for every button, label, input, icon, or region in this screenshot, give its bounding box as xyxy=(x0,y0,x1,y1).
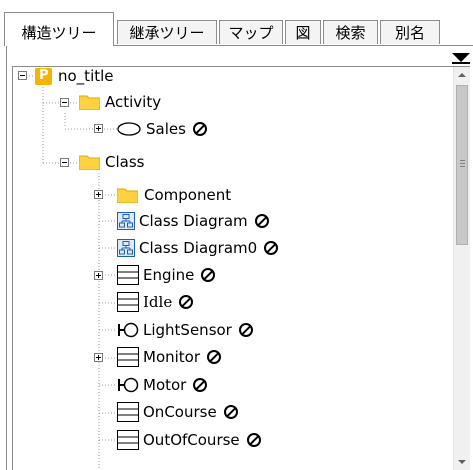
tree-node-light-sensor[interactable]: LightSensor xyxy=(117,317,253,343)
folder-icon xyxy=(78,154,101,171)
tree-node-label: no_title xyxy=(58,67,114,85)
class-icon xyxy=(117,347,139,367)
tree-node-class[interactable]: Class xyxy=(78,149,145,175)
class-icon xyxy=(117,430,139,450)
no-entry-icon xyxy=(207,350,222,364)
root-collapse-toggle[interactable] xyxy=(18,71,27,80)
interface-lollipop-icon xyxy=(117,321,139,339)
tree-node-class-diagram0[interactable]: Class Diagram0 xyxy=(117,235,279,261)
tab-diagram-label: 図 xyxy=(295,24,311,42)
no-entry-icon xyxy=(264,241,279,255)
activity-collapse-toggle[interactable] xyxy=(60,98,69,107)
scroll-down-arrow-icon[interactable] xyxy=(454,454,470,470)
component-expand-toggle[interactable] xyxy=(94,190,103,199)
tree-node-label: LightSensor xyxy=(143,321,232,339)
tree-node-label: OutOfCourse xyxy=(143,431,240,449)
tree-node-label: Class xyxy=(105,153,145,171)
interface-lollipop-icon xyxy=(117,376,139,394)
tab-map-label: マップ xyxy=(228,24,274,42)
no-entry-icon xyxy=(193,378,208,392)
tree-node-label: Component xyxy=(144,186,232,204)
folder-icon xyxy=(78,94,101,111)
no-entry-icon xyxy=(201,268,216,282)
tab-search-label: 検索 xyxy=(335,24,366,42)
no-entry-icon xyxy=(246,433,261,447)
tab-search[interactable]: 検索 xyxy=(323,20,378,44)
tree-node-root[interactable]: P no_title xyxy=(35,67,114,89)
tab-alias-label: 別名 xyxy=(394,24,425,42)
engine-expand-toggle[interactable] xyxy=(94,271,103,280)
folder-icon xyxy=(116,187,139,204)
tree-node-motor[interactable]: Motor xyxy=(117,372,208,398)
tree-node-label: Activity xyxy=(105,93,162,111)
tree-node-label: Monitor xyxy=(143,348,201,366)
no-entry-icon xyxy=(192,122,207,136)
no-entry-icon xyxy=(179,295,194,309)
class-icon xyxy=(117,265,139,285)
thumb-grip-line xyxy=(460,163,465,164)
panel-left-edge xyxy=(6,46,7,470)
no-entry-icon xyxy=(223,405,238,419)
tab-structure-tree[interactable]: 構造ツリー xyxy=(4,12,114,46)
thumb-grip-line xyxy=(460,160,465,161)
tree-node-idle[interactable]: Idle xyxy=(117,289,194,315)
project-badge: P xyxy=(39,67,49,83)
scroll-up-arrow-icon[interactable] xyxy=(454,67,470,84)
tab-diagram[interactable]: 図 xyxy=(285,20,321,44)
collapse-down-icon[interactable] xyxy=(452,53,470,62)
monitor-expand-toggle[interactable] xyxy=(94,353,103,362)
project-icon: P xyxy=(35,67,52,85)
tree-node-label: Engine xyxy=(143,266,195,284)
class-icon xyxy=(117,292,139,312)
tree-node-sales[interactable]: Sales xyxy=(117,116,207,142)
tree-node-class-diagram[interactable]: Class Diagram xyxy=(117,208,269,234)
tab-structure-tree-label: 構造ツリー xyxy=(21,24,97,42)
no-entry-icon xyxy=(254,214,269,228)
view-tabs: 構造ツリー 継承ツリー マップ 図 検索 別名 xyxy=(4,8,473,46)
class-collapse-toggle[interactable] xyxy=(60,158,69,167)
tree-node-label: Idle xyxy=(143,293,173,311)
tree-node-label: Sales xyxy=(146,120,186,138)
vertical-scrollbar[interactable] xyxy=(453,67,470,470)
scroll-thumb[interactable] xyxy=(456,85,468,245)
structure-tree[interactable]: P no_title Activity Sales Class Componen… xyxy=(12,66,470,470)
tree-node-label: Class Diagram0 xyxy=(139,239,258,257)
tree-node-label: OnCourse xyxy=(143,403,217,421)
tab-map[interactable]: マップ xyxy=(219,20,283,44)
tab-alias[interactable]: 別名 xyxy=(380,20,440,44)
tree-node-out-of-course[interactable]: OutOfCourse xyxy=(117,427,261,453)
class-diagram-icon xyxy=(117,239,135,257)
tree-node-component[interactable]: Component xyxy=(116,182,232,208)
collapse-bar xyxy=(452,62,470,64)
tree-node-on-course[interactable]: OnCourse xyxy=(117,399,238,425)
class-diagram-icon xyxy=(117,212,135,230)
tab-inheritance-tree[interactable]: 継承ツリー xyxy=(117,20,217,44)
usecase-ellipse-icon xyxy=(117,122,141,136)
tree-node-engine[interactable]: Engine xyxy=(117,262,216,288)
tree-node-monitor[interactable]: Monitor xyxy=(117,344,222,370)
sales-expand-toggle[interactable] xyxy=(94,124,103,133)
tree-node-label: Class Diagram xyxy=(139,212,248,230)
thumb-grip-line xyxy=(460,166,465,167)
tree-node-activity[interactable]: Activity xyxy=(78,89,162,115)
tree-node-label: Motor xyxy=(143,376,187,394)
no-entry-icon xyxy=(238,323,253,337)
class-icon xyxy=(117,402,139,422)
tab-inheritance-tree-label: 継承ツリー xyxy=(129,24,205,42)
